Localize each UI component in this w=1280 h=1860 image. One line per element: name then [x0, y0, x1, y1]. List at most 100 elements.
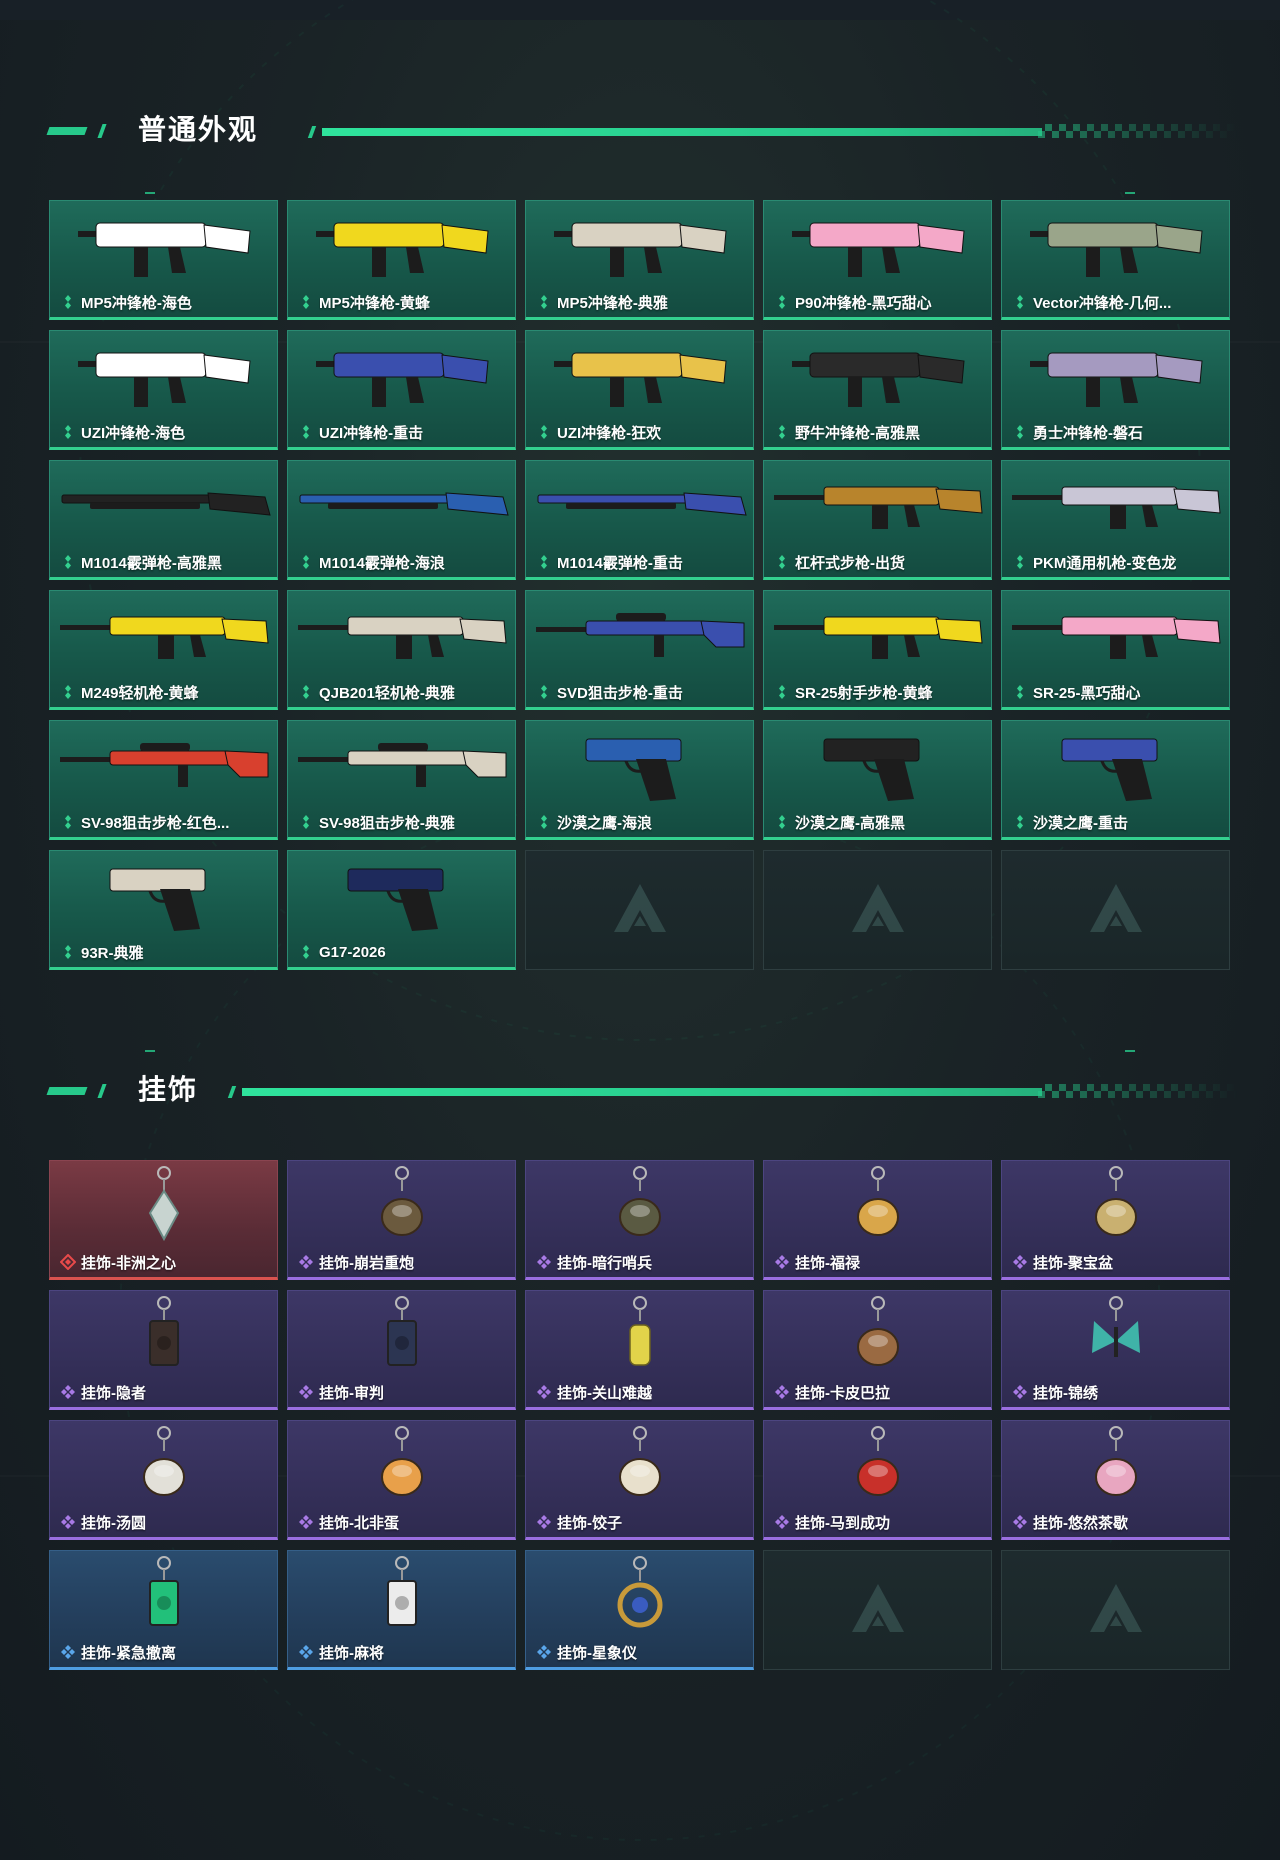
rarity-purple-icon — [537, 1385, 551, 1399]
item-name: M249轻机枪-黄蜂 — [81, 684, 199, 702]
item-label-row: 沙漠之鹰-海浪 — [536, 812, 745, 832]
pendant-card[interactable]: 挂饰-隐者 — [49, 1290, 278, 1410]
weapon-skin-card[interactable]: MP5冲锋枪-典雅 — [525, 200, 754, 320]
rarity-purple-icon — [299, 1255, 313, 1269]
pendant-card[interactable]: 挂饰-紧急撤离 — [49, 1550, 278, 1670]
bowl-pendant-icon — [1095, 1166, 1137, 1236]
weapon-skin-card[interactable]: MP5冲锋枪-海色 — [49, 200, 278, 320]
weapon-skin-card[interactable]: 沙漠之鹰-高雅黑 — [763, 720, 992, 840]
pistol-icon — [109, 868, 206, 931]
item-name: M1014霰弹枪-高雅黑 — [81, 554, 222, 572]
item-label-row: 挂饰-悠然茶歇 — [1012, 1512, 1221, 1532]
item-name: 93R-典雅 — [81, 944, 144, 962]
section-title: 挂饰 — [138, 1074, 199, 1105]
item-name: UZI冲锋枪-重击 — [319, 424, 424, 442]
weapon-skin-card[interactable]: M1014霰弹枪-海浪 — [287, 460, 516, 580]
weapon-skin-card[interactable]: QJB201轻机枪-典雅 — [287, 590, 516, 710]
weapon-skin-card[interactable]: G17-2026 — [287, 850, 516, 970]
pendant-card[interactable]: 挂饰-麻将 — [287, 1550, 516, 1670]
rarity-purple-icon — [299, 1385, 313, 1399]
pendant-card[interactable]: 挂饰-非洲之心 — [49, 1160, 278, 1280]
item-label-row: MP5冲锋枪-海色 — [60, 292, 269, 312]
pendant-card[interactable]: 挂饰-汤圆 — [49, 1420, 278, 1540]
weapon-skin-card[interactable]: M1014霰弹枪-高雅黑 — [49, 460, 278, 580]
rarity-green-icon — [779, 685, 785, 699]
pendant-card[interactable]: 挂饰-饺子 — [525, 1420, 754, 1540]
pendant-card[interactable]: 挂饰-悠然茶歇 — [1001, 1420, 1230, 1540]
weapon-skin-card[interactable]: SR-25-黑巧甜心 — [1001, 590, 1230, 710]
weapon-skin-card[interactable]: M249轻机枪-黄蜂 — [49, 590, 278, 710]
rarity-purple-icon — [775, 1385, 789, 1399]
bowl-pendant-icon — [619, 1426, 661, 1496]
item-name: QJB201轻机枪-典雅 — [319, 684, 455, 702]
pendant-card[interactable]: 挂饰-关山难越 — [525, 1290, 754, 1410]
weapon-skin-card[interactable]: 沙漠之鹰-重击 — [1001, 720, 1230, 840]
item-label-row: SR-25-黑巧甜心 — [1012, 682, 1221, 702]
item-name: 挂饰-审判 — [319, 1384, 384, 1402]
weapon-skin-card[interactable]: UZI冲锋枪-狂欢 — [525, 330, 754, 450]
pendant-card[interactable]: 挂饰-暗行哨兵 — [525, 1160, 754, 1280]
smg-icon — [316, 352, 489, 407]
pendant-card[interactable]: 挂饰-北非蛋 — [287, 1420, 516, 1540]
corner-mark — [145, 1050, 155, 1052]
item-name: Vector冲锋枪-几何... — [1033, 294, 1172, 312]
pendant-card[interactable]: 挂饰-马到成功 — [763, 1420, 992, 1540]
rarity-green-icon — [65, 815, 71, 829]
pendant-card[interactable]: 挂饰-审判 — [287, 1290, 516, 1410]
item-label-row: M1014霰弹枪-重击 — [536, 552, 745, 572]
weapon-skin-card[interactable]: 93R-典雅 — [49, 850, 278, 970]
weapon-skin-card[interactable]: SV-98狙击步枪-红色... — [49, 720, 278, 840]
sniper-icon — [536, 613, 745, 657]
weapon-skin-card[interactable]: Vector冲锋枪-几何... — [1001, 200, 1230, 320]
rarity-green-icon — [65, 555, 71, 569]
rarity-purple-icon — [537, 1515, 551, 1529]
empty-slot — [763, 850, 992, 970]
rarity-green-icon — [541, 295, 547, 309]
empty-slot — [525, 850, 754, 970]
item-name: 挂饰-关山难越 — [557, 1384, 652, 1402]
weapon-skins-grid: MP5冲锋枪-海色 MP5冲锋枪-黄蜂 MP5冲锋枪-典雅 P90冲锋枪-黑巧甜心 Ve… — [49, 200, 1230, 970]
weapon-skin-card[interactable]: MP5冲锋枪-黄蜂 — [287, 200, 516, 320]
weapon-skin-card[interactable]: 杠杆式步枪-出货 — [763, 460, 992, 580]
weapon-skin-card[interactable]: M1014霰弹枪-重击 — [525, 460, 754, 580]
top-band — [0, 0, 1280, 20]
weapon-skin-card[interactable]: SVD狙击步枪-重击 — [525, 590, 754, 710]
header-bar — [242, 1088, 1042, 1096]
item-label-row: 挂饰-锦绣 — [1012, 1382, 1221, 1402]
pendant-card[interactable]: 挂饰-卡皮巴拉 — [763, 1290, 992, 1410]
header-accent — [97, 124, 107, 138]
pendant-card[interactable]: 挂饰-福禄 — [763, 1160, 992, 1280]
pistol-icon — [585, 738, 682, 801]
weapon-skin-card[interactable]: P90冲锋枪-黑巧甜心 — [763, 200, 992, 320]
weapon-skin-card[interactable]: 野牛冲锋枪-高雅黑 — [763, 330, 992, 450]
item-name: SR-25射手步枪-黄蜂 — [795, 684, 933, 702]
item-label-row: 挂饰-紧急撤离 — [60, 1642, 269, 1662]
weapon-skin-card[interactable]: SV-98狙击步枪-典雅 — [287, 720, 516, 840]
weapon-skin-card[interactable]: SR-25射手步枪-黄蜂 — [763, 590, 992, 710]
item-label-row: 挂饰-卡皮巴拉 — [774, 1382, 983, 1402]
smg-icon — [78, 352, 251, 407]
item-name: MP5冲锋枪-黄蜂 — [319, 294, 430, 312]
rarity-purple-icon — [61, 1385, 75, 1399]
item-name: 挂饰-紧急撤离 — [81, 1644, 176, 1662]
weapon-skin-card[interactable]: 勇士冲锋枪-磐石 — [1001, 330, 1230, 450]
rarity-green-icon — [1017, 295, 1023, 309]
item-label-row: 挂饰-聚宝盆 — [1012, 1252, 1221, 1272]
item-label-row: M249轻机枪-黄蜂 — [60, 682, 269, 702]
weapon-skin-card[interactable]: 沙漠之鹰-海浪 — [525, 720, 754, 840]
weapon-skin-card[interactable]: UZI冲锋枪-海色 — [49, 330, 278, 450]
weapon-skin-card[interactable]: PKM通用机枪-变色龙 — [1001, 460, 1230, 580]
header-accent — [227, 1086, 237, 1098]
card-pendant-icon — [387, 1296, 417, 1366]
pendant-card[interactable]: 挂饰-星象仪 — [525, 1550, 754, 1670]
item-name: G17-2026 — [319, 943, 386, 961]
rarity-green-icon — [65, 945, 71, 959]
header-accent — [307, 126, 317, 138]
pendant-card[interactable]: 挂饰-崩岩重炮 — [287, 1160, 516, 1280]
smg-icon — [78, 222, 251, 277]
weapon-skin-card[interactable]: UZI冲锋枪-重击 — [287, 330, 516, 450]
rarity-green-icon — [303, 295, 309, 309]
rarity-green-icon — [1017, 555, 1023, 569]
pendant-card[interactable]: 挂饰-锦绣 — [1001, 1290, 1230, 1410]
pendant-card[interactable]: 挂饰-聚宝盆 — [1001, 1160, 1230, 1280]
